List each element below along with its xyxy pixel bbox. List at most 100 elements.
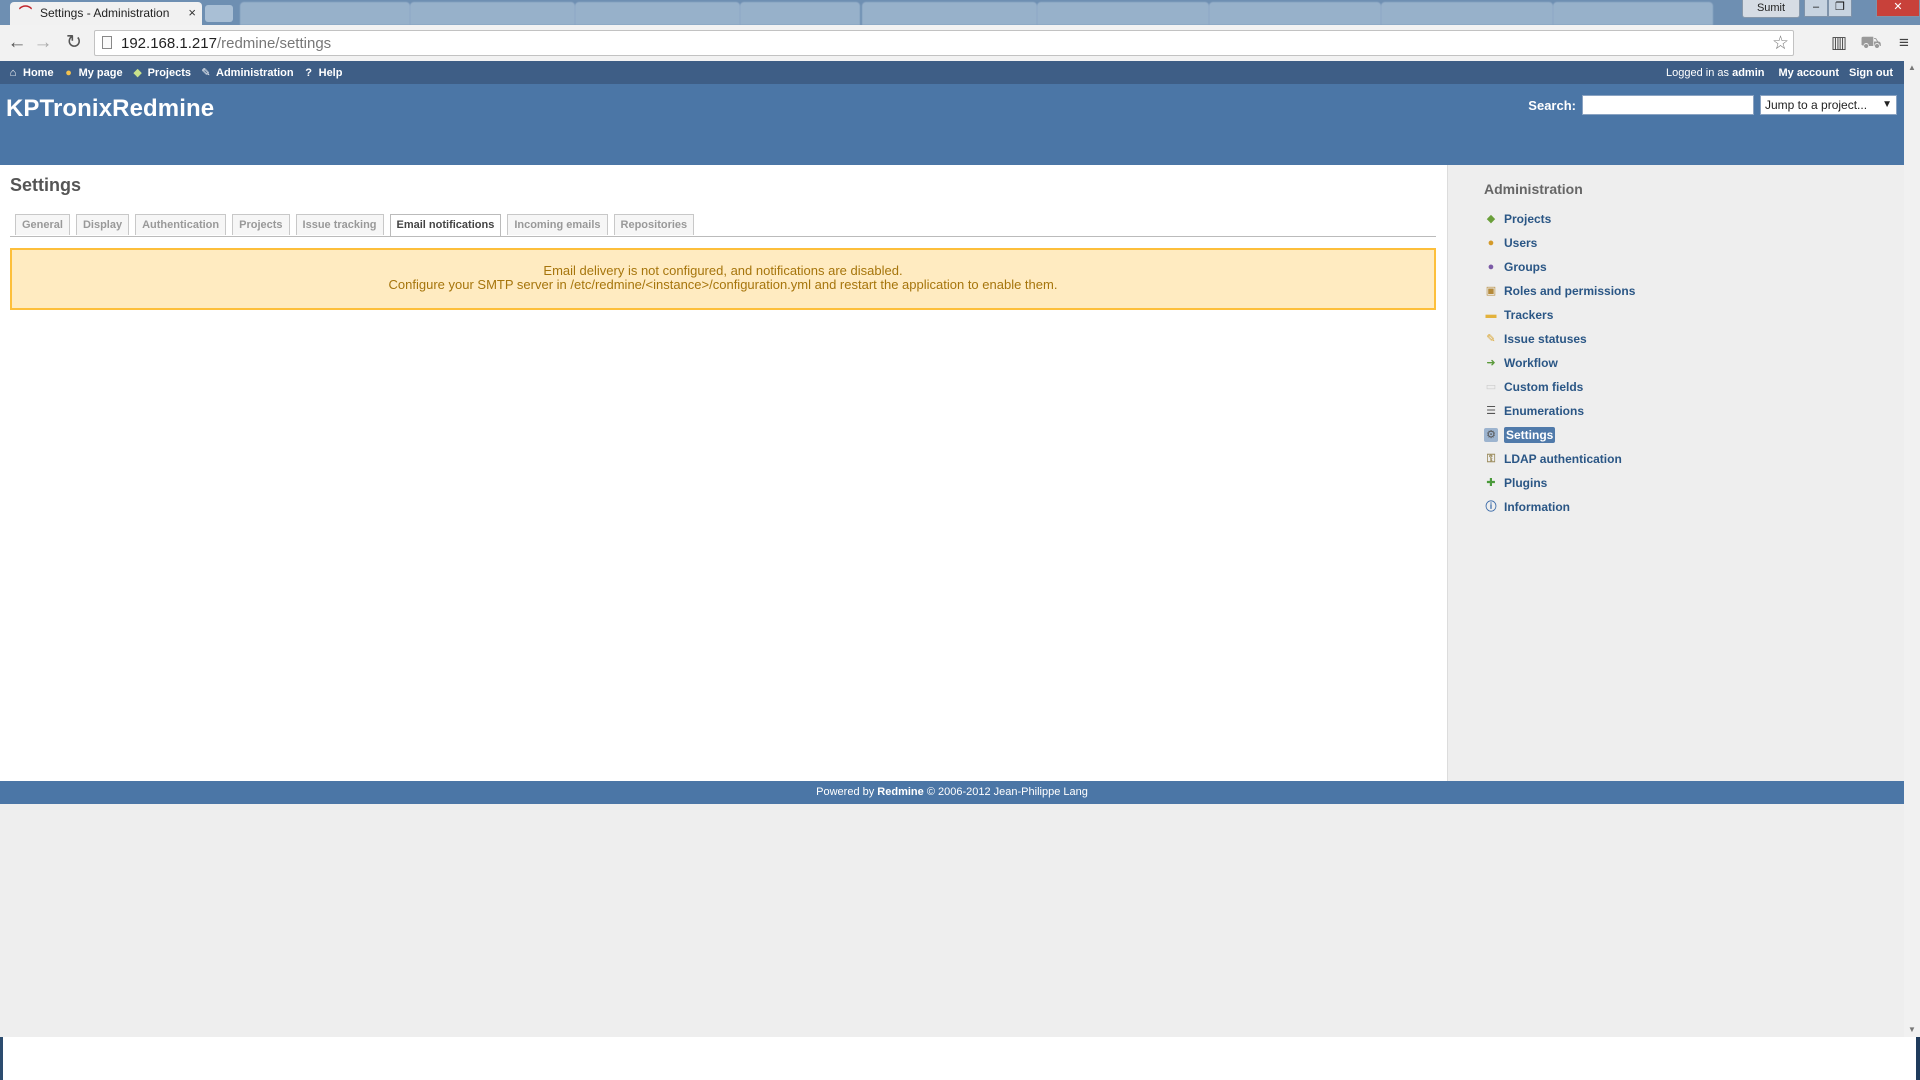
browser-tab-background[interactable]: [1037, 2, 1209, 25]
extension-icon[interactable]: ▥: [1828, 32, 1850, 54]
top-menu-home[interactable]: ⌂ Home: [7, 67, 54, 79]
projects-icon: ◆: [133, 66, 142, 79]
sidebar-item-enumerations[interactable]: ☰ Enumerations: [1484, 399, 1884, 423]
bookmark-star-icon[interactable]: ☆: [1772, 32, 1789, 55]
restore-icon[interactable]: ❐: [1828, 0, 1852, 17]
reload-icon[interactable]: ↻: [63, 32, 85, 54]
search-label[interactable]: Search:: [1528, 98, 1576, 113]
warning-line-1: Email delivery is not configured, and no…: [543, 263, 903, 278]
footer-redmine-link[interactable]: Redmine: [877, 786, 923, 798]
site-title[interactable]: KPTronixRedmine: [6, 95, 214, 123]
browser-tab-title: Settings - Administration: [40, 6, 170, 20]
logged-in-user-link[interactable]: admin: [1732, 67, 1764, 79]
taskbar-strip: [0, 1037, 1920, 1080]
browser-tab-background[interactable]: [240, 2, 410, 25]
plugin-icon: ✚: [1486, 477, 1496, 489]
sidebar-item-users[interactable]: ● Users: [1484, 231, 1884, 255]
browser-tab-background[interactable]: [740, 2, 860, 25]
home-icon: ⌂: [9, 66, 17, 79]
top-menu-help[interactable]: ? Help: [303, 67, 342, 79]
page-icon: [102, 36, 112, 49]
top-menu-projects-label: Projects: [147, 66, 191, 79]
tab-authentication[interactable]: Authentication: [135, 214, 227, 235]
window-close-icon[interactable]: ✕: [1876, 0, 1920, 17]
sidebar-item-ldap-authentication[interactable]: ⚿ LDAP authentication: [1484, 447, 1884, 471]
top-menu-my-page[interactable]: ● My page: [63, 66, 123, 79]
browser-tab-background[interactable]: [1209, 2, 1381, 25]
top-menu-administration[interactable]: ✎ Administration: [200, 66, 294, 79]
browser-tab-background[interactable]: [575, 2, 740, 25]
url-host: 192.168.1.217: [121, 35, 217, 52]
browser-toolbar: ← → ↻ 192.168.1.217/redmine/settings ☆ ▥…: [0, 25, 1920, 62]
sidebar-item-settings[interactable]: ⚙ Settings: [1484, 423, 1884, 447]
forward-arrow-icon[interactable]: →: [32, 32, 54, 54]
url-path: /redmine/settings: [216, 35, 332, 52]
logged-in-prefix: Logged in as: [1666, 66, 1730, 79]
new-tab-button[interactable]: [205, 5, 233, 22]
sidebar-item-custom-fields[interactable]: ▭ Custom fields: [1484, 375, 1884, 399]
tab-projects[interactable]: Projects: [232, 214, 290, 235]
browser-tab-background[interactable]: [1381, 2, 1553, 25]
browser-tab-active[interactable]: ⌒ Settings - Administration ×: [10, 2, 202, 25]
top-menu: ⌂ Home ● My page ◆ Projects ✎ Administra…: [0, 61, 1904, 84]
sidebar-item-label: Plugins: [1504, 476, 1548, 490]
info-icon: ⓘ: [1485, 501, 1497, 513]
sidebar-item-label: Users: [1504, 236, 1538, 250]
scroll-down-arrow-icon[interactable]: ▼: [1904, 1023, 1920, 1037]
footer-copyright: © 2006-2012 Jean-Philippe Lang: [926, 786, 1088, 798]
browser-tab-background[interactable]: [410, 2, 575, 25]
search-input[interactable]: [1582, 95, 1754, 115]
sidebar-item-label: Trackers: [1504, 308, 1554, 322]
taskbar-edge: [1916, 1037, 1920, 1080]
back-arrow-icon[interactable]: ←: [6, 32, 28, 54]
top-menu-administration-label: Administration: [216, 66, 294, 79]
vertical-scrollbar[interactable]: ▲ ▼: [1904, 61, 1920, 1037]
tab-email-notifications[interactable]: Email notifications: [389, 214, 502, 237]
my-account-link[interactable]: My account: [1778, 67, 1839, 79]
browser-menu-icon[interactable]: ≡: [1893, 32, 1915, 54]
settings-icon: ⚙: [1484, 428, 1498, 442]
workflow-icon: ➜: [1486, 357, 1496, 369]
minimize-icon[interactable]: –: [1804, 0, 1828, 17]
tab-display[interactable]: Display: [75, 214, 130, 235]
address-bar[interactable]: 192.168.1.217/redmine/settings ☆: [94, 30, 1794, 56]
page-title: Settings: [10, 175, 82, 195]
quick-search: Search: Jump to a project... ▼: [1528, 95, 1897, 115]
sidebar-item-plugins[interactable]: ✚ Plugins: [1484, 471, 1884, 495]
sidebar-item-groups[interactable]: ● Groups: [1484, 255, 1884, 279]
url-text: 192.168.1.217/redmine/settings: [121, 35, 331, 52]
tab-incoming-emails[interactable]: Incoming emails: [507, 214, 608, 235]
footer: Powered by Redmine © 2006-2012 Jean-Phil…: [0, 781, 1904, 804]
sidebar-item-label: Issue statuses: [1504, 332, 1587, 346]
tab-general[interactable]: General: [15, 214, 70, 235]
cart-extension-icon[interactable]: ⛟: [1860, 32, 1882, 54]
sidebar-item-information[interactable]: ⓘ Information: [1484, 495, 1884, 519]
top-menu-projects[interactable]: ◆ Projects: [132, 67, 191, 79]
sidebar-title: Administration: [1484, 181, 1583, 197]
sidebar-item-trackers[interactable]: ▬ Trackers: [1484, 303, 1884, 327]
top-menu-my-page-label: My page: [78, 66, 123, 79]
sidebar-item-workflow[interactable]: ➜ Workflow: [1484, 351, 1884, 375]
footer-powered-by: Powered by: [816, 786, 875, 798]
projects-icon: ◆: [1486, 213, 1496, 225]
user-icon: ●: [65, 66, 72, 79]
sidebar-item-projects[interactable]: ◆ Projects: [1484, 207, 1884, 231]
dropdown-arrow-icon: ▼: [1882, 99, 1892, 110]
sidebar-item-label: Groups: [1504, 260, 1547, 274]
sidebar-item-label: Custom fields: [1504, 380, 1584, 394]
browser-tab-background[interactable]: [1553, 2, 1713, 25]
sidebar-item-issue-statuses[interactable]: ✎ Issue statuses: [1484, 327, 1884, 351]
browser-user-badge[interactable]: Sumit: [1742, 0, 1800, 18]
browser-tab-background[interactable]: [862, 2, 1037, 25]
tab-close-icon[interactable]: ×: [188, 2, 196, 24]
ldap-icon: ⚿: [1486, 453, 1496, 465]
tab-repositories[interactable]: Repositories: [613, 214, 695, 235]
scroll-up-arrow-icon[interactable]: ▲: [1904, 61, 1920, 75]
user-icon: ●: [1487, 237, 1495, 249]
wrench-icon: ✎: [201, 66, 211, 79]
sign-out-link[interactable]: Sign out: [1849, 67, 1893, 79]
sidebar-item-label: Information: [1504, 500, 1570, 514]
sidebar-item-roles-and-permissions[interactable]: ▣ Roles and permissions: [1484, 279, 1884, 303]
jump-to-project-select[interactable]: Jump to a project... ▼: [1760, 95, 1897, 115]
tab-issue-tracking[interactable]: Issue tracking: [295, 214, 384, 235]
